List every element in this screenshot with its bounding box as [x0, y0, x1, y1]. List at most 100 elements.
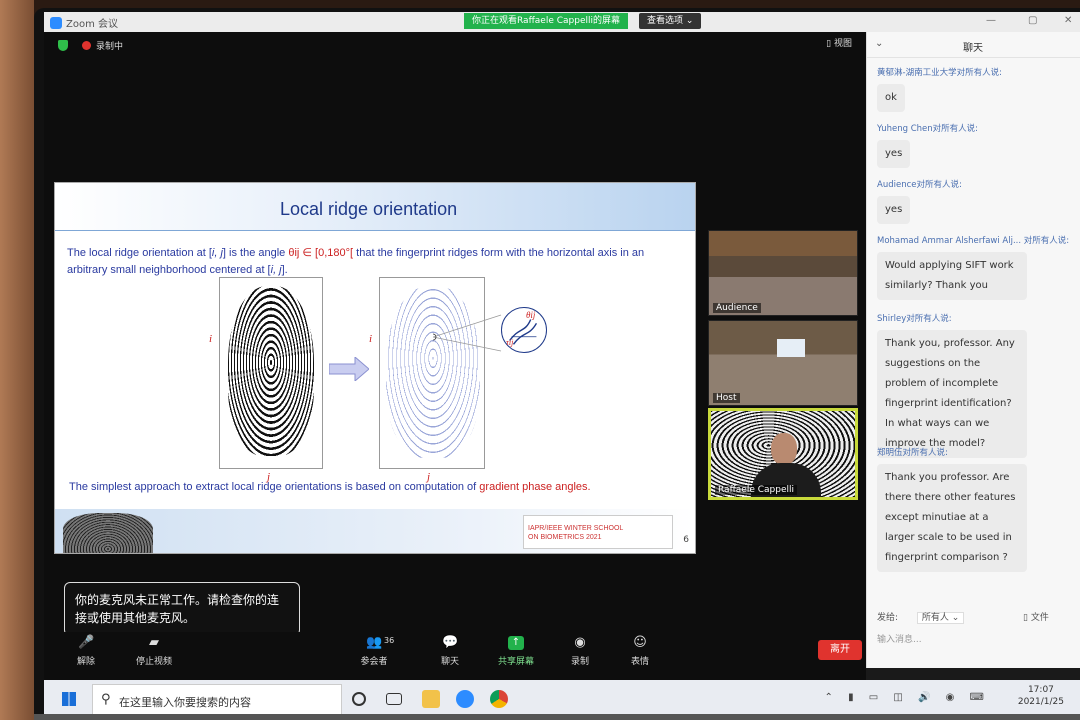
chat-message: Audience对所有人说: yes — [877, 178, 1073, 224]
tau-label: τij — [506, 338, 514, 347]
axis-label-i: i — [209, 333, 213, 345]
participant-name: Host — [713, 393, 740, 403]
share-screen-button[interactable]: ↑ 共享屏幕 — [486, 636, 546, 667]
view-button[interactable]: ▯ 视图 — [826, 36, 852, 49]
search-icon: ⚲ — [101, 692, 111, 707]
zoom-logo-icon — [50, 16, 62, 29]
orientation-field-pattern — [386, 286, 480, 458]
search-placeholder: 在这里输入你要搜索的内容 — [119, 696, 251, 709]
reactions-label: 表情 — [630, 657, 649, 667]
maximize-icon[interactable]: ▢ — [1028, 15, 1037, 26]
footer-text: The simplest approach to extract local r… — [69, 481, 480, 493]
view-options-button[interactable]: 查看选项 ⌄ — [639, 13, 702, 29]
video-tile-host[interactable]: Host — [708, 320, 858, 406]
video-label: 停止视频 — [135, 657, 172, 667]
message-bubble: Would applying SIFT work similarly? Than… — [877, 252, 1027, 300]
clock-date: 2021/1/25 — [1017, 697, 1064, 707]
chat-message: Shirley对所有人说: Thank you, professor. Any … — [877, 312, 1073, 458]
zoom-taskbar-icon[interactable] — [456, 690, 474, 708]
desc-part1: The local ridge orientation at [ — [67, 247, 212, 259]
message-bubble: Thank you professor. Are there there oth… — [877, 464, 1027, 572]
slide-title: Local ridge orientation — [280, 199, 458, 219]
chrome-icon[interactable] — [490, 690, 508, 708]
close-icon[interactable]: ✕ — [1064, 15, 1072, 26]
slide-description: The local ridge orientation at [i, j] is… — [67, 245, 687, 279]
chat-button[interactable]: 💬 聊天 — [420, 635, 480, 668]
chat-icon: 💬 — [442, 635, 459, 650]
send-to-row: 发给: 所有人 ⌄ — [877, 610, 965, 624]
taskbar-search-box[interactable]: ⚲ 在这里输入你要搜索的内容 — [92, 684, 342, 716]
participant-name: Raffaele Cappelli — [715, 485, 797, 495]
participants-button[interactable]: 👥 参会者 36 — [344, 635, 404, 668]
chat-message: Mohamad Ammar Alsherfawi Alj... 对所有人说: W… — [877, 234, 1073, 300]
video-button[interactable]: ▰ 停止视频 — [124, 636, 184, 668]
slide-page-number: 6 — [683, 535, 689, 545]
desc-var2: i, j — [270, 264, 282, 276]
send-to-label: 发给: — [877, 613, 899, 623]
chat-message-input[interactable]: 输入消息... — [877, 632, 922, 645]
desc-theta: θij ∈ [0,180°[ — [288, 247, 354, 259]
video-tile-speaker[interactable]: Raffaele Cappelli — [708, 408, 858, 500]
chat-message: Yuheng Chen对所有人说: yes — [877, 122, 1073, 168]
desk-background — [0, 0, 34, 720]
message-sender: Yuheng Chen对所有人说: — [877, 124, 979, 134]
chevron-down-icon[interactable]: ⌄ — [875, 38, 883, 49]
shared-screen-slide: Local ridge orientation The local ridge … — [54, 182, 696, 554]
security-shield-icon[interactable] — [58, 40, 68, 51]
winter-school-logo: IAPR/IEEE WINTER SCHOOL ON BIOMETRICS 20… — [523, 515, 673, 549]
system-tray-icons[interactable]: ⌃ ▮ ▭ ◫ 🔊 ◉ ⌨ — [825, 692, 990, 703]
axis-label-i-2: i — [369, 333, 373, 345]
message-bubble: yes — [877, 196, 911, 224]
microphone-warning: 你的麦克风未正常工作。请检查你的连接或使用其他麦克风。 — [64, 582, 300, 636]
chat-title: 聊天 — [963, 43, 983, 54]
file-explorer-icon[interactable] — [422, 690, 440, 708]
task-view-icon[interactable] — [386, 693, 402, 705]
recording-icon — [82, 41, 91, 50]
orientation-field-image — [379, 277, 485, 469]
record-label: 录制 — [570, 657, 589, 667]
slide-bottom-band: IAPR/IEEE WINTER SCHOOL ON BIOMETRICS 20… — [55, 509, 695, 553]
fingerprint-thumbnail — [63, 513, 153, 553]
recipient-dropdown[interactable]: 所有人 ⌄ — [916, 612, 965, 624]
desc-var1: i, j — [211, 247, 223, 259]
participants-icon: 👥 — [366, 635, 383, 650]
chat-label: 聊天 — [440, 657, 459, 667]
reactions-button[interactable]: ☺ 表情 — [610, 636, 670, 668]
laptop-lip — [34, 714, 1080, 720]
share-screen-icon: ↑ — [508, 636, 524, 650]
zoom-titlebar: Zoom 会议 你正在观看Raffaele Cappelli的屏幕 查看选项 ⌄… — [44, 12, 1080, 32]
microphone-icon: 🎤 — [78, 635, 95, 650]
file-button[interactable]: ▯ 文件 — [1023, 610, 1049, 623]
share-label: 共享屏幕 — [497, 657, 534, 667]
footer-highlight: gradient phase angles. — [479, 481, 591, 493]
chat-header: ⌄ 聊天 — [867, 32, 1080, 58]
cortana-icon[interactable] — [352, 692, 366, 706]
participants-label: 参会者 — [360, 657, 388, 667]
app-title: Zoom 会议 — [50, 15, 118, 30]
message-sender: 郑明伍对所有人说: — [877, 448, 948, 458]
system-clock[interactable]: 17:07 2021/1/25 — [1018, 684, 1064, 708]
fingerprint-image — [219, 277, 323, 469]
desc-part2: ] is the angle — [222, 247, 289, 259]
windows-start-icon[interactable] — [62, 692, 76, 706]
right-arrow-icon — [329, 357, 369, 381]
message-bubble: ok — [877, 84, 905, 112]
slide-footer-text: The simplest approach to extract local r… — [69, 481, 591, 493]
meeting-toolbar: 🎤 解除 ▰ 停止视频 👥 参会者 36 💬 聊天 ↑ 共享屏幕 ◉ 录制 ☺ … — [44, 632, 866, 680]
leave-button[interactable]: 离开 — [818, 640, 862, 660]
chat-panel: ⌄ 聊天 黄郁淋-湖南工业大学对所有人说: ok Yuheng Chen对所有人… — [866, 32, 1080, 668]
record-button[interactable]: ◉ 录制 — [550, 636, 610, 668]
message-sender: Mohamad Ammar Alsherfawi Alj... 对所有人说: — [877, 236, 1070, 246]
desc-part4: ]. — [281, 264, 288, 276]
minimize-icon[interactable]: — — [986, 15, 996, 26]
fingerprint-pattern — [228, 286, 314, 456]
clock-time: 17:07 — [1027, 685, 1054, 695]
message-bubble: Thank you, professor. Any suggestions on… — [877, 330, 1027, 458]
theta-label: θij — [526, 310, 536, 320]
message-sender: Audience对所有人说: — [877, 180, 962, 190]
mic-button[interactable]: 🎤 解除 — [56, 635, 116, 668]
video-tile-audience[interactable]: Audience — [708, 230, 858, 316]
message-sender: Shirley对所有人说: — [877, 314, 952, 324]
mic-label: 解除 — [76, 657, 95, 667]
viewing-banner: 你正在观看Raffaele Cappelli的屏幕 — [464, 13, 628, 29]
